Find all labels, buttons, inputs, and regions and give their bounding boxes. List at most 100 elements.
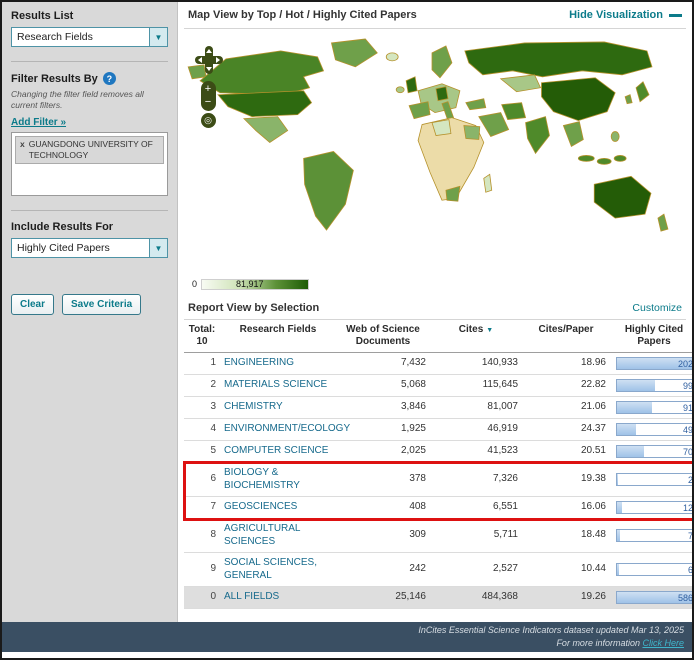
clear-button[interactable]: Clear [11, 294, 54, 315]
filter-tag-label: GUANGDONG UNIVERSITY OF TECHNOLOGY [29, 139, 159, 161]
highly-cited-bar[interactable]: 70 [616, 445, 692, 458]
zoom-in-button[interactable]: + [201, 83, 216, 96]
map-pan-control[interactable] [194, 45, 224, 80]
row-highly-cited: 586 [610, 587, 692, 609]
row-highly-cited: 2 [610, 463, 692, 497]
field-link[interactable]: ENVIRONMENT/ECOLOGY [224, 423, 350, 434]
app-window: Results List Research Fields ▼ Filter Re… [0, 0, 694, 660]
field-link[interactable]: COMPUTER SCIENCE [224, 445, 328, 456]
col-cites-per-paper[interactable]: Cites/Paper [522, 320, 610, 353]
highly-cited-bar[interactable]: 586 [616, 591, 692, 604]
highly-cited-bar[interactable]: 6 [616, 563, 692, 576]
highly-cited-bar[interactable]: 2 [616, 473, 692, 486]
row-docs: 25,146 [336, 587, 430, 609]
row-rank: 5 [184, 441, 220, 463]
include-results-select[interactable]: Highly Cited Papers ▼ [11, 238, 168, 258]
highly-cited-bar[interactable]: 7 [616, 529, 692, 542]
col-wos-documents[interactable]: Web of Science Documents [336, 320, 430, 353]
col-cites[interactable]: Cites▼ [430, 320, 522, 353]
row-highly-cited: 91 [610, 397, 692, 419]
remove-filter-icon[interactable]: x [20, 139, 25, 161]
table-row: 5COMPUTER SCIENCE2,02541,52320.5170 [184, 441, 692, 463]
sidebar-divider [11, 210, 168, 211]
row-cites-per-paper: 19.38 [522, 463, 610, 497]
zoom-out-button[interactable]: − [201, 96, 216, 109]
map-zoom-control: + − ◎ [200, 81, 216, 128]
highly-cited-bar[interactable]: 99 [616, 379, 692, 392]
row-cites: 5,711 [430, 519, 522, 553]
add-filter-link[interactable]: Add Filter » [11, 117, 66, 128]
field-link[interactable]: MATERIALS SCIENCE [224, 379, 327, 390]
field-link[interactable]: BIOLOGY & BIOCHEMISTRY [224, 467, 300, 491]
highly-cited-bar[interactable]: 12 [616, 501, 692, 514]
include-results-label: Include Results For [11, 221, 168, 233]
col-total: Total: 10 [184, 320, 220, 353]
footer: InCites Essential Science Indicators dat… [2, 622, 692, 652]
field-link[interactable]: ENGINEERING [224, 357, 294, 368]
row-cites-per-paper: 16.06 [522, 497, 610, 519]
table-row: 7 GEOSCIENCES 4086,55116.06 12 [184, 497, 692, 519]
hide-visualization-link[interactable]: Hide Visualization [569, 9, 682, 21]
row-rank: 4 [184, 419, 220, 441]
row-cites: 140,933 [430, 353, 522, 375]
row-cites: 46,919 [430, 419, 522, 441]
highly-cited-bar[interactable]: 202 [616, 357, 692, 370]
highly-cited-bar[interactable]: 91 [616, 401, 692, 414]
field-link[interactable]: AGRICULTURAL SCIENCES [224, 523, 300, 547]
save-criteria-button[interactable]: Save Criteria [62, 294, 141, 315]
click-here-link[interactable]: Click Here [642, 638, 684, 648]
row-rank: 0 [184, 587, 220, 609]
field-link[interactable]: ALL FIELDS [224, 591, 279, 602]
globe-icon[interactable]: ◎ [201, 113, 216, 128]
table-row: 1ENGINEERING7,432140,93318.96202 [184, 353, 692, 375]
row-cites: 6,551 [430, 497, 522, 519]
row-field: COMPUTER SCIENCE [220, 441, 336, 463]
row-docs: 7,432 [336, 353, 430, 375]
row-rank: 1 [184, 353, 220, 375]
row-highly-cited: 49 [610, 419, 692, 441]
results-list-value: Research Fields [17, 31, 93, 43]
table-row: 4ENVIRONMENT/ECOLOGY1,92546,91924.3749 [184, 419, 692, 441]
row-rank: 8 [184, 519, 220, 553]
scale-max-label: 81,917 [236, 279, 264, 289]
help-icon[interactable]: ? [103, 72, 116, 85]
sidebar: Results List Research Fields ▼ Filter Re… [2, 2, 178, 622]
col-research-fields[interactable]: Research Fields [220, 320, 336, 353]
report-table-body: 1ENGINEERING7,432140,93318.962022MATERIA… [184, 353, 692, 609]
scale-min-label: 0 [192, 279, 197, 289]
world-map[interactable] [186, 33, 684, 247]
more-info-text: For more information Click Here [556, 637, 684, 650]
field-link[interactable]: SOCIAL SCIENCES, GENERAL [224, 557, 317, 581]
row-docs: 408 [336, 497, 430, 519]
col-highly-cited[interactable]: Highly Cited Papers [610, 320, 692, 353]
map-visualization[interactable]: + − ◎ 0 81,917 [184, 28, 686, 296]
row-docs: 378 [336, 463, 430, 497]
table-row: 3CHEMISTRY3,84681,00721.0691 [184, 397, 692, 419]
row-highly-cited: 7 [610, 519, 692, 553]
row-field: ENGINEERING [220, 353, 336, 375]
field-link[interactable]: CHEMISTRY [224, 401, 283, 412]
row-cites-per-paper: 20.51 [522, 441, 610, 463]
row-field: CHEMISTRY [220, 397, 336, 419]
row-docs: 5,068 [336, 375, 430, 397]
row-field: GEOSCIENCES [220, 497, 336, 519]
row-rank: 7 [184, 497, 220, 519]
dataset-updated-text: InCites Essential Science Indicators dat… [418, 624, 684, 637]
row-highly-cited: 99 [610, 375, 692, 397]
row-cites-per-paper: 22.82 [522, 375, 610, 397]
row-highly-cited: 6 [610, 553, 692, 587]
row-cites-per-paper: 21.06 [522, 397, 610, 419]
table-row: 6BIOLOGY & BIOCHEMISTRY3787,32619.382 [184, 463, 692, 497]
minimize-icon [669, 14, 682, 17]
row-cites: 41,523 [430, 441, 522, 463]
map-regions[interactable] [188, 39, 668, 231]
field-link[interactable]: GEOSCIENCES [224, 501, 297, 512]
filter-tag[interactable]: x GUANGDONG UNIVERSITY OF TECHNOLOGY [15, 136, 164, 164]
results-list-select[interactable]: Research Fields ▼ [11, 27, 168, 47]
row-cites-per-paper: 24.37 [522, 419, 610, 441]
highly-cited-bar[interactable]: 49 [616, 423, 692, 436]
chevron-down-icon[interactable]: ▼ [149, 28, 167, 46]
report-view-title: Report View by Selection [188, 302, 319, 314]
chevron-down-icon[interactable]: ▼ [149, 239, 167, 257]
customize-link[interactable]: Customize [632, 302, 682, 314]
